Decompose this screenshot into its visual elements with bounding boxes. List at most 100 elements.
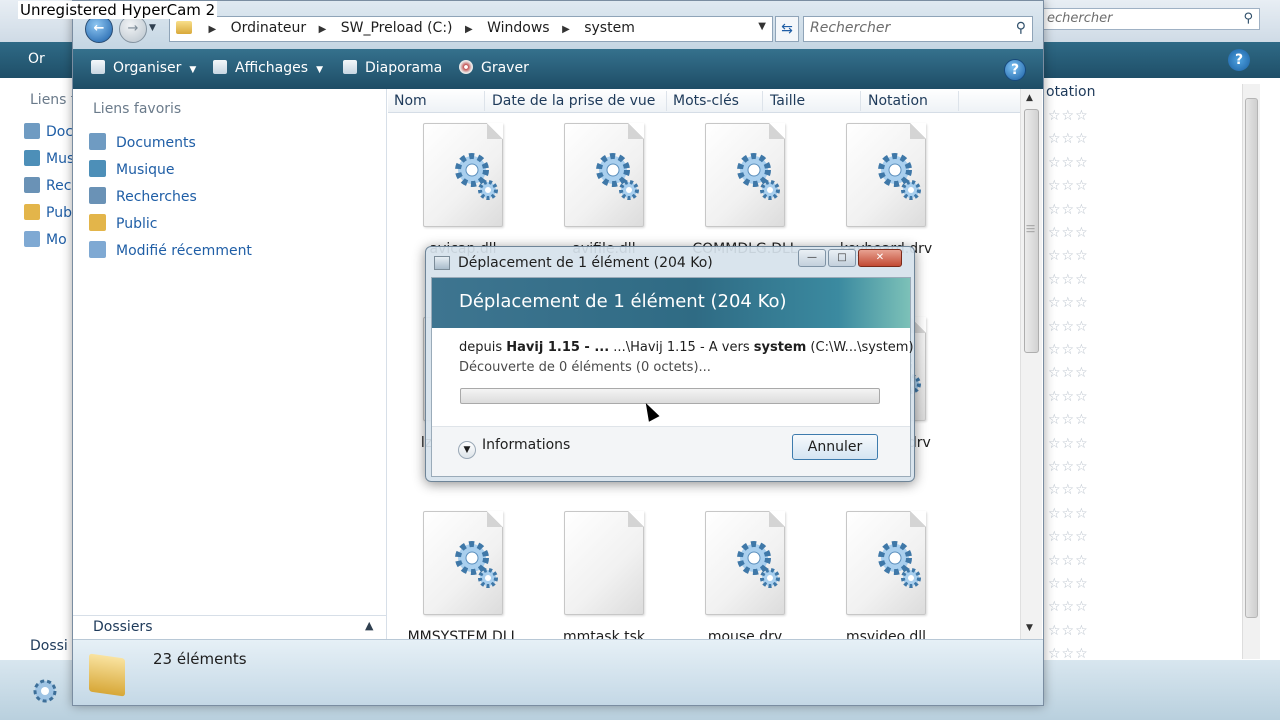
vertical-scrollbar[interactable]: ▲ — — — ▼ bbox=[1020, 89, 1042, 639]
file-item[interactable]: keyboard.drv bbox=[826, 123, 946, 259]
address-dropdown-icon[interactable]: ▼ bbox=[758, 21, 766, 32]
chevron-right-icon[interactable]: ▶ bbox=[319, 24, 327, 35]
close-icon[interactable]: ✕ bbox=[858, 249, 902, 267]
background-search-input[interactable]: echercher ⚲ bbox=[1040, 8, 1260, 30]
background-nav-item[interactable]: Rec bbox=[24, 177, 76, 197]
item-count: 23 éléments bbox=[153, 650, 247, 668]
source-name[interactable]: Havij 1.15 - ... bbox=[506, 340, 609, 355]
background-nav-item[interactable]: Mo bbox=[24, 231, 76, 251]
column-divider[interactable] bbox=[484, 91, 485, 111]
column-header-date[interactable]: Date de la prise de vue bbox=[492, 93, 655, 109]
file-item[interactable]: avifile.dll bbox=[544, 123, 664, 259]
background-scrollbar[interactable] bbox=[1242, 84, 1260, 659]
rating-stars-icon[interactable]: ☆☆☆ bbox=[1048, 553, 1089, 569]
breadcrumb-windows[interactable]: Windows bbox=[487, 20, 550, 36]
rating-stars-icon[interactable]: ☆☆☆ bbox=[1048, 108, 1089, 124]
column-header-taille[interactable]: Taille bbox=[770, 93, 805, 109]
favorites-title: Liens favoris bbox=[93, 101, 182, 117]
maximize-icon[interactable]: □ bbox=[828, 249, 856, 267]
column-header-notation[interactable]: Notation bbox=[868, 93, 928, 109]
column-header-nom[interactable]: Nom bbox=[394, 93, 427, 109]
rating-stars-icon[interactable]: ☆☆☆ bbox=[1048, 295, 1089, 311]
address-strip: ← → ▼ ▶ Ordinateur ▶ SW_Preload (C:) ▶ W… bbox=[73, 1, 1043, 49]
rating-stars-icon[interactable]: ☆☆☆ bbox=[1048, 436, 1089, 452]
history-dropdown-icon[interactable]: ▼ bbox=[149, 23, 161, 35]
rating-stars-icon[interactable]: ☆☆☆ bbox=[1048, 225, 1089, 241]
rating-stars-icon[interactable]: ☆☆☆ bbox=[1048, 272, 1089, 288]
help-icon[interactable]: ? bbox=[1004, 59, 1026, 81]
background-dossiers-label[interactable]: Dossi bbox=[30, 638, 74, 654]
graver-button[interactable]: Graver bbox=[459, 60, 529, 76]
breadcrumb-sw-preload[interactable]: SW_Preload (C:) bbox=[341, 20, 453, 36]
column-divider[interactable] bbox=[958, 91, 959, 111]
affichages-button[interactable]: Affichages ▼ bbox=[213, 60, 323, 76]
background-organiser-button[interactable]: Or bbox=[28, 51, 45, 67]
background-column-header-notation[interactable]: otation bbox=[1044, 84, 1254, 104]
scroll-down-icon[interactable]: ▼ bbox=[1026, 623, 1033, 633]
background-scroll-thumb[interactable] bbox=[1245, 98, 1258, 618]
chevron-right-icon[interactable]: ▶ bbox=[208, 24, 216, 35]
search-input[interactable]: Rechercher ⚲ bbox=[803, 16, 1033, 42]
small-gear-icon bbox=[478, 180, 498, 200]
forward-arrow-icon[interactable]: → bbox=[119, 15, 147, 43]
scroll-up-icon[interactable]: ▲ bbox=[1026, 93, 1033, 103]
rating-stars-icon[interactable]: ☆☆☆ bbox=[1048, 599, 1089, 615]
small-gear-icon bbox=[901, 180, 921, 200]
rating-stars-icon[interactable]: ☆☆☆ bbox=[1048, 529, 1089, 545]
rating-stars-icon[interactable]: ☆☆☆ bbox=[1048, 319, 1089, 335]
file-item[interactable]: mmtask.tsk bbox=[544, 511, 664, 639]
dossiers-toggle[interactable]: Dossiers ▲ bbox=[73, 615, 386, 639]
rating-stars-icon[interactable]: ☆☆☆ bbox=[1048, 131, 1089, 147]
back-arrow-icon[interactable]: ← bbox=[85, 15, 113, 43]
rating-stars-icon[interactable]: ☆☆☆ bbox=[1048, 506, 1089, 522]
rating-stars-icon[interactable]: ☆☆☆ bbox=[1048, 482, 1089, 498]
background-nav-item[interactable]: Doc bbox=[24, 123, 76, 143]
rating-stars-icon[interactable]: ☆☆☆ bbox=[1048, 623, 1089, 639]
rating-stars-icon[interactable]: ☆☆☆ bbox=[1048, 459, 1089, 475]
breadcrumb-system[interactable]: system bbox=[584, 20, 635, 36]
breadcrumb-ordinateur[interactable]: Ordinateur bbox=[231, 20, 307, 36]
file-item[interactable]: COMMDLG.DLL bbox=[685, 123, 805, 259]
rating-stars-icon[interactable]: ☆☆☆ bbox=[1048, 178, 1089, 194]
rating-stars-icon[interactable]: ☆☆☆ bbox=[1048, 365, 1089, 381]
move-icon bbox=[434, 256, 450, 270]
file-item[interactable]: avicap.dll bbox=[403, 123, 523, 259]
organiser-button[interactable]: Organiser ▼ bbox=[91, 60, 196, 76]
background-nav-item[interactable]: Pub bbox=[24, 204, 76, 224]
favorite-musique[interactable]: Musique bbox=[89, 160, 175, 180]
background-nav-item[interactable]: Mus bbox=[24, 150, 76, 170]
column-divider[interactable] bbox=[666, 91, 667, 111]
file-icon bbox=[705, 511, 785, 615]
chevron-right-icon[interactable]: ▶ bbox=[465, 24, 473, 35]
cancel-button[interactable]: Annuler bbox=[792, 434, 878, 460]
refresh-icon[interactable]: ⇆ bbox=[775, 16, 799, 42]
file-icon bbox=[423, 511, 503, 615]
favorite-recent[interactable]: Modifié récemment bbox=[89, 241, 252, 261]
minimize-icon[interactable]: — bbox=[798, 249, 826, 267]
favorite-public[interactable]: Public bbox=[89, 214, 157, 234]
rating-stars-icon[interactable]: ☆☆☆ bbox=[1048, 155, 1089, 171]
file-item[interactable]: MMSYSTEM.DLL bbox=[403, 511, 523, 639]
column-headers: Nom Date de la prise de vue Mots-clés Ta… bbox=[388, 89, 1020, 113]
chevron-right-icon[interactable]: ▶ bbox=[562, 24, 570, 35]
rating-stars-icon[interactable]: ☆☆☆ bbox=[1048, 389, 1089, 405]
column-divider[interactable] bbox=[762, 91, 763, 111]
file-name: mouse.drv bbox=[707, 629, 783, 639]
more-information-toggle[interactable]: ▼ Informations bbox=[458, 437, 570, 459]
destination-name[interactable]: system bbox=[754, 340, 807, 355]
diaporama-button[interactable]: Diaporama bbox=[343, 60, 442, 76]
column-header-mots-cles[interactable]: Mots-clés bbox=[673, 93, 739, 109]
file-item[interactable]: mouse.drv bbox=[685, 511, 805, 639]
background-help-icon[interactable]: ? bbox=[1228, 49, 1250, 71]
rating-stars-icon[interactable]: ☆☆☆ bbox=[1048, 202, 1089, 218]
rating-stars-icon[interactable]: ☆☆☆ bbox=[1048, 342, 1089, 358]
file-item[interactable]: msvideo.dll bbox=[826, 511, 946, 639]
favorite-documents[interactable]: Documents bbox=[89, 133, 196, 153]
rating-stars-icon[interactable]: ☆☆☆ bbox=[1048, 248, 1089, 264]
documents-icon bbox=[89, 133, 106, 150]
address-bar[interactable]: ▶ Ordinateur ▶ SW_Preload (C:) ▶ Windows… bbox=[169, 16, 773, 42]
rating-stars-icon[interactable]: ☆☆☆ bbox=[1048, 576, 1089, 592]
favorite-recherches[interactable]: Recherches bbox=[89, 187, 197, 207]
rating-stars-icon[interactable]: ☆☆☆ bbox=[1048, 412, 1089, 428]
column-divider[interactable] bbox=[860, 91, 861, 111]
